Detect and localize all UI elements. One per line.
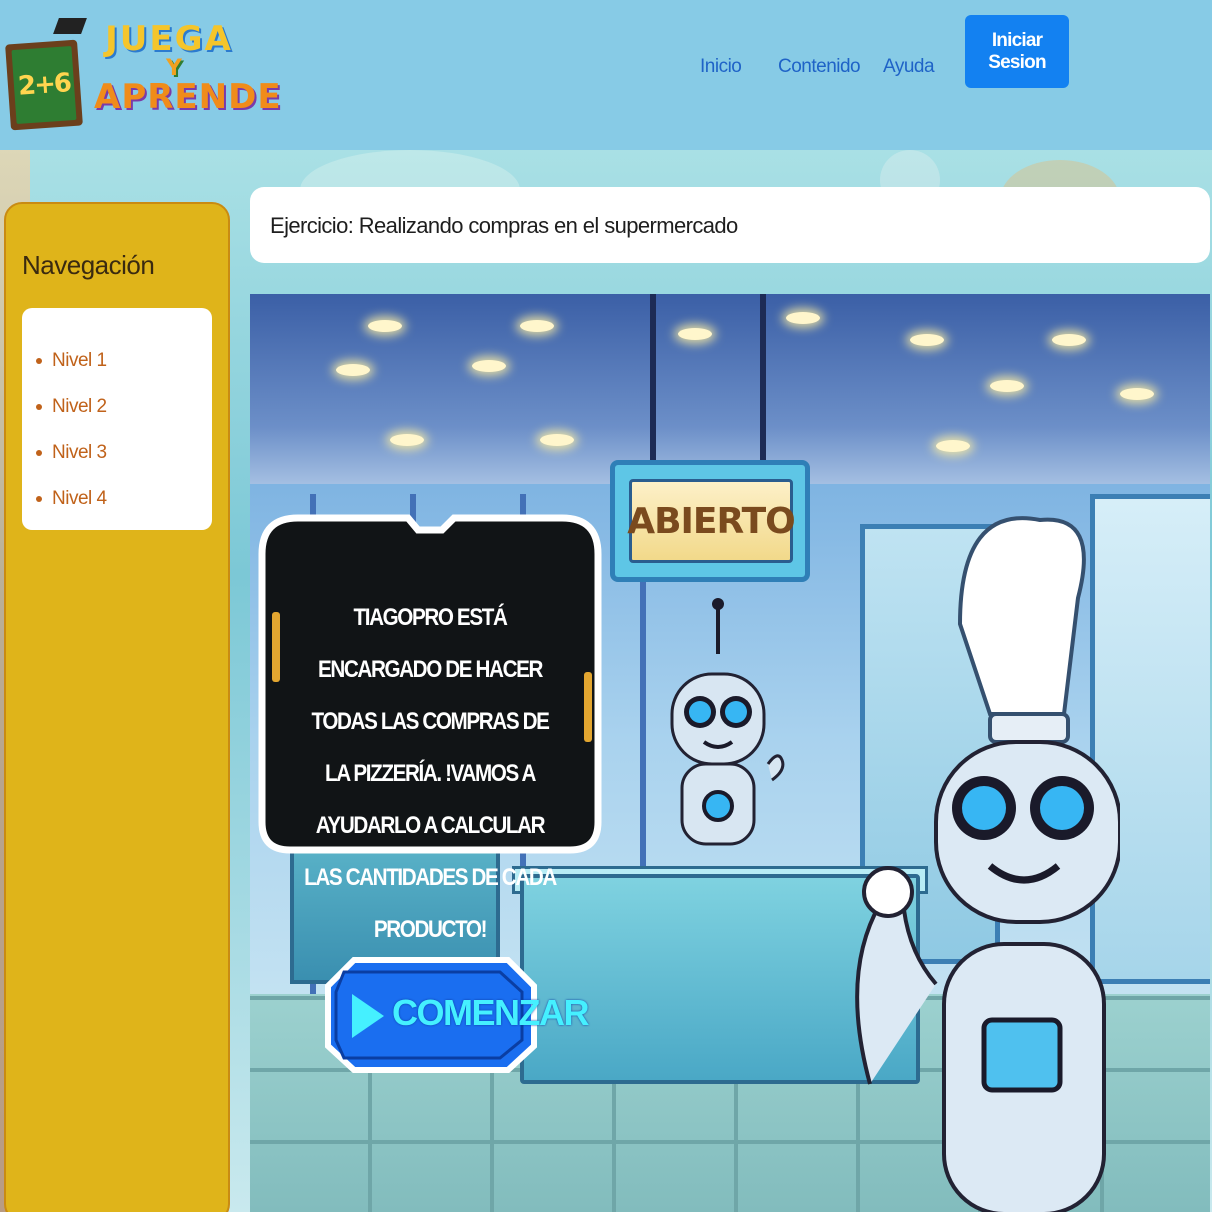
level-label: Nivel 4	[52, 488, 107, 509]
bullet-icon	[36, 496, 42, 502]
brand-wordmark: JUEGA Y APRENDE	[94, 19, 282, 134]
open-sign: ABIERTO	[610, 460, 810, 582]
nav-link-contenido[interactable]: Contenido	[778, 56, 861, 78]
ceiling-light	[336, 364, 370, 376]
level-item-2[interactable]: Nivel 2	[36, 384, 212, 430]
ceiling-light	[540, 434, 574, 446]
level-item-1[interactable]: Nivel 1	[36, 338, 212, 384]
level-list: Nivel 1 Nivel 2 Nivel 3 Nivel 4	[22, 308, 212, 522]
site-header: 2+6 JUEGA Y APRENDE Inicio Contenido Ayu…	[0, 0, 1212, 150]
ceiling-light	[1052, 334, 1086, 346]
ceiling-light	[390, 434, 424, 446]
chef-robot-icon	[855, 516, 1120, 1212]
bullet-icon	[36, 404, 42, 410]
nav-link-inicio[interactable]: Inicio	[700, 56, 742, 78]
sign-pole	[760, 294, 766, 462]
chalkboard-text: 2+6	[11, 45, 77, 125]
start-button[interactable]: COMENZAR	[324, 956, 589, 1074]
nav-link-ayuda[interactable]: Ayuda	[883, 56, 935, 78]
brand-word-juega: JUEGA	[105, 19, 233, 59]
store-ceiling	[250, 294, 1210, 484]
ceiling-light	[936, 440, 970, 452]
exercise-header: Ejercicio: Realizando compras en el supe…	[250, 187, 1210, 263]
story-text: TIAGOPRO ESTÁ ENCARGADO DE HACER TODAS L…	[304, 604, 557, 943]
story-dialog: TIAGOPRO ESTÁ ENCARGADO DE HACER TODAS L…	[258, 512, 602, 943]
sidebar-navigation: Navegación Nivel 1 Nivel 2 Nivel 3 Nivel…	[4, 202, 230, 1212]
bullet-icon	[36, 358, 42, 364]
ceiling-light	[910, 334, 944, 346]
open-sign-board: ABIERTO	[627, 479, 796, 563]
ceiling-light	[472, 360, 506, 372]
sign-pole	[650, 294, 656, 462]
ceiling-light	[1120, 388, 1154, 400]
open-sign-text: ABIERTO	[627, 500, 796, 542]
ceiling-light	[368, 320, 402, 332]
ceiling-light	[990, 380, 1024, 392]
ceiling-light	[786, 312, 820, 324]
login-button[interactable]: Iniciar Sesion	[965, 15, 1069, 88]
brand-word-aprende: APRENDE	[94, 77, 282, 117]
ceiling-light	[678, 328, 712, 340]
play-icon	[352, 994, 384, 1038]
level-item-4[interactable]: Nivel 4	[36, 476, 212, 522]
exercise-title: Ejercicio: Realizando compras en el supe…	[270, 213, 738, 238]
site-logo[interactable]: 2+6 JUEGA Y APRENDE	[2, 18, 282, 136]
sidebar-title: Navegación	[22, 250, 155, 280]
cashier-robot-icon	[670, 598, 785, 846]
level-item-3[interactable]: Nivel 3	[36, 430, 212, 476]
game-stage[interactable]: ABIERTO TIAGOPRO ESTÁ ENCARGADO DE HACER…	[250, 294, 1210, 1212]
chalkboard-icon: 2+6	[5, 39, 83, 131]
level-list-panel: Nivel 1 Nivel 2 Nivel 3 Nivel 4	[22, 308, 212, 530]
level-label: Nivel 2	[52, 396, 107, 417]
start-button-label: COMENZAR	[392, 992, 589, 1033]
bullet-icon	[36, 450, 42, 456]
level-label: Nivel 3	[52, 442, 107, 463]
graduation-cap-icon	[53, 18, 87, 34]
ceiling-light	[520, 320, 554, 332]
level-label: Nivel 1	[52, 350, 107, 371]
